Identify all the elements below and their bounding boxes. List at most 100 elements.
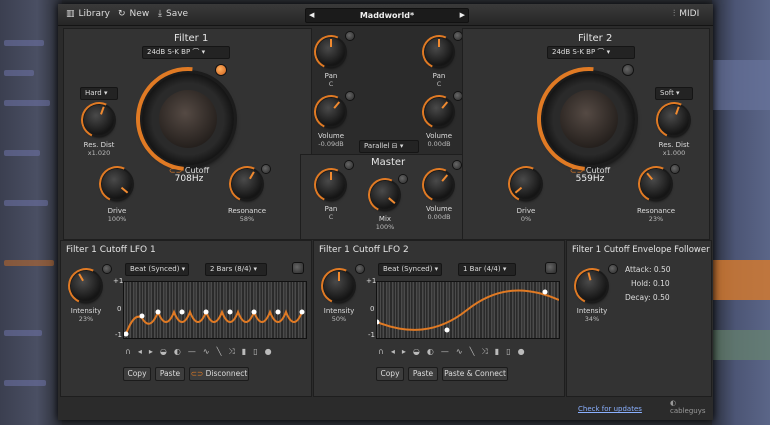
lfo2-zoom-icon[interactable] (546, 263, 556, 273)
lfo2-intensity-led[interactable] (356, 265, 364, 273)
save-button[interactable]: ⤓ Save (158, 9, 188, 19)
random-icon[interactable]: ⤨ (481, 347, 487, 357)
filter2-volume-led[interactable] (454, 92, 462, 100)
env-decay[interactable]: Decay: 0.50 (625, 293, 670, 302)
master-pan-knob[interactable] (309, 163, 353, 207)
lfo1-paste-button[interactable]: Paste (155, 367, 185, 381)
lfo1-copy-button[interactable]: Copy (123, 367, 151, 381)
half-circle-icon[interactable]: ◒ (160, 347, 167, 357)
filter1-dist-mode-dropdown[interactable]: Hard ▾ (80, 87, 118, 100)
master-mix-knob[interactable] (363, 173, 407, 217)
half-circle-alt-icon[interactable]: ◐ (427, 347, 434, 357)
preset-selector[interactable]: ◀ Maddworld* ▶ (305, 8, 469, 23)
lfo1-waveform-editor[interactable] (123, 281, 307, 339)
save-icon: ⤓ (158, 9, 162, 19)
env-attack[interactable]: Attack: 0.50 (625, 265, 671, 274)
lfo1-intensity-led[interactable] (103, 265, 111, 273)
half-circle-alt-icon[interactable]: ◐ (174, 347, 181, 357)
ramp-icon[interactable]: ╲ (470, 347, 475, 357)
arrow-left-icon[interactable]: ◂ (391, 347, 395, 357)
library-button[interactable]: ▥ Library (66, 9, 110, 19)
lfo2-length-dropdown[interactable]: 1 Bar (4/4) ▾ (458, 263, 516, 276)
filter1-resonance-led[interactable] (262, 165, 270, 173)
line-flat-icon[interactable]: — (188, 347, 196, 357)
lfo2-sync-dropdown[interactable]: Beat (Synced) ▾ (378, 263, 442, 276)
preset-prev-icon[interactable]: ◀ (309, 9, 314, 22)
filter-shape-icon: ⌒ (192, 48, 200, 56)
filter2-volume-label: Volume 0.00dB (425, 132, 453, 148)
master-volume-knob[interactable] (417, 163, 461, 207)
filter2-drive-knob[interactable] (502, 160, 550, 208)
midi-button[interactable]: ⫶ MIDI (673, 9, 699, 19)
ramp-icon[interactable]: ╲ (217, 347, 222, 357)
filter1-type-dropdown[interactable]: 24dB S-K BP ⌒ ▾ (142, 46, 230, 59)
loop-icon[interactable]: ∩ (125, 347, 131, 357)
preset-next-icon[interactable]: ▶ (460, 9, 465, 22)
filter1-pan-led[interactable] (346, 32, 354, 40)
lfo2-intensity-knob[interactable] (315, 262, 363, 310)
filter1-res-dist-knob[interactable] (75, 96, 123, 144)
lfo2-copy-button[interactable]: Copy (376, 367, 404, 381)
filter1-volume-knob[interactable] (309, 90, 353, 134)
library-icon: ▥ (66, 9, 75, 19)
master-mix-led[interactable] (399, 175, 407, 183)
env-intensity-led[interactable] (609, 265, 617, 273)
env-hold[interactable]: Hold: 0.10 (631, 279, 670, 288)
filter2-cutoff-mod-led[interactable] (623, 65, 633, 75)
loop-icon[interactable]: ∩ (378, 347, 384, 357)
bars-icon[interactable]: ▮ (495, 347, 499, 357)
filter1-drive-knob[interactable] (93, 160, 141, 208)
new-button[interactable]: ↻ New (118, 9, 149, 19)
filter2-res-dist-knob[interactable] (650, 96, 698, 144)
filter1-drive-label: Drive 100% (107, 207, 127, 223)
filter2-panel: Filter 2 24dB S-K BP ⌒ ▾ Soft ▾ Res. Dis… (462, 28, 710, 240)
arrow-right-icon[interactable]: ▸ (149, 347, 153, 357)
routing-dropdown[interactable]: Parallel ⊟ ▾ (359, 140, 419, 153)
master-pan-led[interactable] (345, 161, 353, 169)
bars-icon[interactable]: ▮ (242, 347, 246, 357)
filter1-cutoff-knob[interactable] (114, 45, 262, 193)
lfo1-zoom-icon[interactable] (293, 263, 303, 273)
lfo2-paste-button[interactable]: Paste (408, 367, 438, 381)
filter2-resonance-knob[interactable] (632, 160, 680, 208)
filter2-pan-led[interactable] (454, 32, 462, 40)
lfo1-length-dropdown[interactable]: 2 Bars (8/4) ▾ (205, 263, 267, 276)
lfo1-sync-dropdown[interactable]: Beat (Synced) ▾ (125, 263, 189, 276)
dot-icon[interactable]: ● (518, 347, 525, 357)
check-updates-link[interactable]: Check for updates (578, 405, 642, 413)
filter2-dist-mode-dropdown[interactable]: Soft ▾ (655, 87, 693, 100)
lfo1-axis-mid: 0 (117, 305, 122, 313)
filter2-type-dropdown[interactable]: 24dB S-K BP ⌒ ▾ (547, 46, 635, 59)
filter1-volume-led[interactable] (346, 92, 354, 100)
filter2-volume-knob[interactable] (417, 90, 461, 134)
lfo1-disconnect-button[interactable]: ⊂⊃ Disconnect (189, 367, 249, 381)
lfo1-intensity-label: Intensity 23% (70, 307, 102, 323)
dot-icon[interactable]: ● (265, 347, 272, 357)
env-intensity-knob[interactable] (568, 262, 616, 310)
lfo2-shape-tools[interactable]: ∩ ◂ ▸ ◒ ◐ — ∿ ╲ ⤨ ▮ ▯ ● (378, 347, 525, 357)
sine-icon[interactable]: ∿ (456, 347, 463, 357)
random-icon[interactable]: ⤨ (228, 347, 234, 357)
bars2-icon[interactable]: ▯ (253, 347, 257, 357)
half-circle-icon[interactable]: ◒ (413, 347, 420, 357)
filter2-pan-knob[interactable] (417, 30, 461, 74)
sine-icon[interactable]: ∿ (203, 347, 210, 357)
lfo2-waveform-editor[interactable] (376, 281, 560, 339)
filter2-resonance-led[interactable] (671, 165, 679, 173)
bars2-icon[interactable]: ▯ (506, 347, 510, 357)
lfo1-shape-tools[interactable]: ∩ ◂ ▸ ◒ ◐ — ∿ ╲ ⤨ ▮ ▯ ● (125, 347, 272, 357)
preset-name: Maddworld* (359, 11, 415, 20)
filter1-volume-label: Volume -0.09dB (317, 132, 345, 148)
line-flat-icon[interactable]: — (441, 347, 449, 357)
filter1-pan-knob[interactable] (309, 30, 353, 74)
lfo1-curve (124, 309, 305, 337)
lfo1-intensity-knob[interactable] (62, 262, 110, 310)
filter2-cutoff-knob[interactable] (515, 45, 663, 193)
master-volume-led[interactable] (453, 161, 461, 169)
master-mix-label: Mix 100% (375, 215, 395, 231)
filter1-cutoff-mod-led[interactable] (216, 65, 226, 75)
arrow-right-icon[interactable]: ▸ (402, 347, 406, 357)
arrow-left-icon[interactable]: ◂ (138, 347, 142, 357)
lfo2-paste-connect-button[interactable]: Paste & Connect (442, 367, 508, 381)
filter1-resonance-knob[interactable] (223, 160, 271, 208)
